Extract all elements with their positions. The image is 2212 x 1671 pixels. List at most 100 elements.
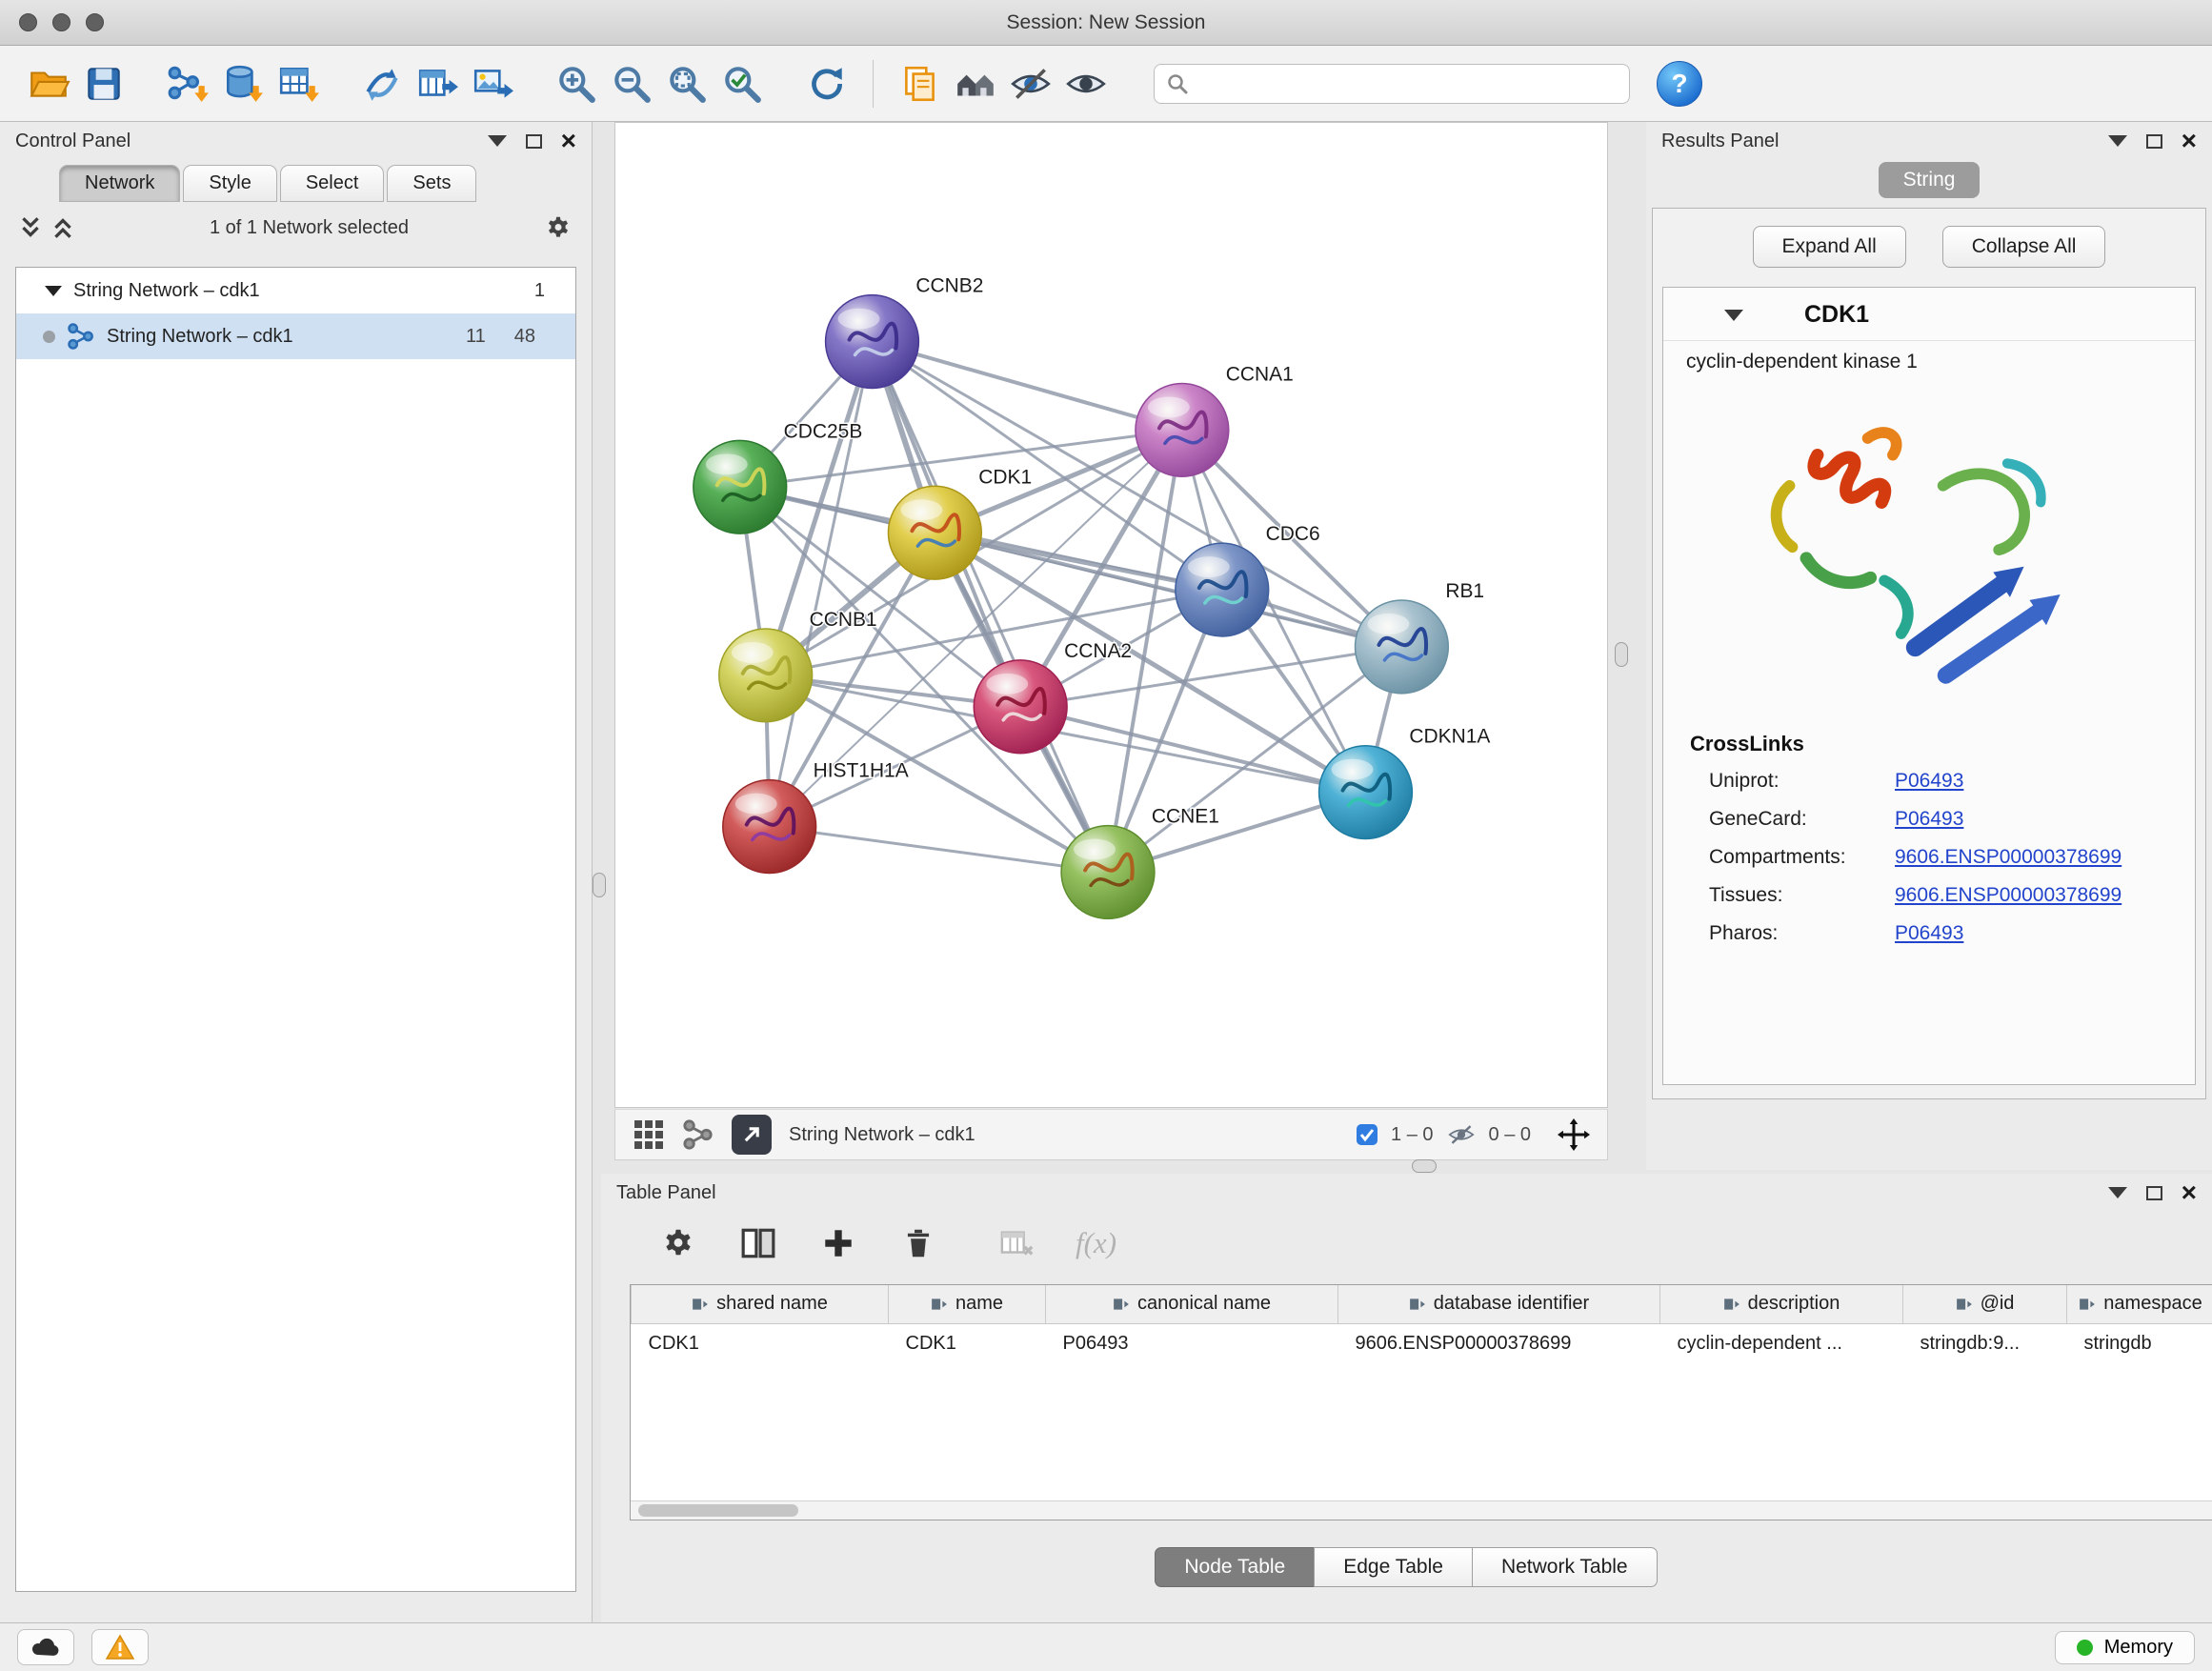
protein-card-header[interactable]: CDK1 (1663, 288, 2195, 341)
table-close-icon[interactable]: × (2182, 1179, 2197, 1206)
results-float-icon[interactable] (2146, 134, 2162, 149)
window-maximize-button[interactable] (86, 13, 104, 31)
table-menu-caret-icon[interactable] (2108, 1187, 2127, 1198)
network-node-hist1h1a[interactable] (723, 780, 816, 874)
column-header--id[interactable]: @id (1903, 1285, 2067, 1323)
network-overview-icon[interactable] (682, 1118, 714, 1151)
table-cell[interactable]: CDK1 (632, 1323, 889, 1363)
cloud-status-button[interactable] (17, 1629, 74, 1665)
table-row[interactable]: CDK1CDK1P064939606.ENSP00000378699cyclin… (632, 1323, 2212, 1363)
crosslink-link[interactable]: 9606.ENSP00000378699 (1895, 846, 2131, 869)
bottom-splitter-handle[interactable] (1412, 1159, 1437, 1173)
copy-document-button[interactable] (893, 56, 948, 111)
help-button[interactable]: ? (1657, 61, 1702, 107)
crosslink-link[interactable]: P06493 (1895, 808, 1973, 831)
protein-disclosure-icon[interactable] (1724, 310, 1743, 321)
selected-checkbox-icon[interactable] (1357, 1124, 1377, 1145)
show-details-button[interactable] (1058, 56, 1114, 111)
right-splitter-handle[interactable] (1615, 642, 1628, 667)
add-column-button[interactable] (816, 1221, 860, 1265)
column-header-name[interactable]: name (889, 1285, 1046, 1323)
memory-button[interactable]: Memory (2055, 1631, 2195, 1664)
network-collection-row[interactable]: String Network – cdk1 1 (16, 268, 575, 313)
table-float-icon[interactable] (2146, 1186, 2162, 1200)
results-menu-caret-icon[interactable] (2108, 135, 2127, 147)
table-settings-button[interactable] (656, 1221, 700, 1265)
network-node-cdkn1a[interactable] (1319, 746, 1413, 839)
new-network-button[interactable] (354, 56, 410, 111)
network-edge[interactable] (872, 342, 1108, 873)
zoom-fit-button[interactable] (659, 56, 714, 111)
column-header-description[interactable]: description (1660, 1285, 1903, 1323)
tab-string[interactable]: String (1879, 162, 1981, 198)
open-session-button[interactable] (21, 56, 76, 111)
panel-menu-caret-icon[interactable] (488, 135, 507, 147)
pan-move-icon[interactable] (1558, 1118, 1590, 1151)
tab-style[interactable]: Style (183, 165, 276, 202)
network-view[interactable]: CCNB2CCNA1CDC25BCDK1CDC6RB1CCNB1CCNA2CDK… (614, 122, 1608, 1108)
tab-sets[interactable]: Sets (387, 165, 476, 202)
network-options-gear-icon[interactable] (544, 213, 573, 242)
table-cell[interactable]: 9606.ENSP00000378699 (1338, 1323, 1660, 1363)
scrollbar-thumb[interactable] (638, 1504, 798, 1517)
window-close-button[interactable] (19, 13, 37, 31)
expand-all-icon[interactable] (51, 215, 74, 240)
table-cell[interactable]: stringdb (2067, 1323, 2212, 1363)
results-close-icon[interactable]: × (2182, 128, 2197, 154)
tree-disclosure-icon[interactable] (45, 286, 62, 296)
network-node-ccna1[interactable] (1136, 383, 1229, 476)
collapse-all-icon[interactable] (19, 215, 42, 240)
float-panel-icon[interactable] (526, 134, 542, 149)
table-cell[interactable]: cyclin-dependent ... (1660, 1323, 1903, 1363)
birds-eye-view-icon[interactable] (633, 1118, 665, 1151)
network-row[interactable]: String Network – cdk1 11 48 (16, 313, 575, 359)
window-minimize-button[interactable] (52, 13, 70, 31)
show-columns-button[interactable] (736, 1221, 780, 1265)
network-node-ccna2[interactable] (974, 660, 1067, 754)
network-edge[interactable] (770, 342, 873, 827)
crosslink-link[interactable]: P06493 (1895, 922, 1973, 945)
tab-network[interactable]: Network (59, 165, 180, 202)
delete-table-button[interactable] (995, 1221, 1039, 1265)
import-network-file-button[interactable] (160, 56, 215, 111)
crosslink-link[interactable]: 9606.ENSP00000378699 (1895, 884, 2131, 907)
export-table-button[interactable] (410, 56, 465, 111)
delete-column-button[interactable] (896, 1221, 940, 1265)
save-session-button[interactable] (76, 56, 131, 111)
expand-all-button[interactable]: Expand All (1753, 226, 1906, 268)
network-node-ccne1[interactable] (1061, 826, 1155, 919)
network-node-cdk1[interactable] (888, 486, 981, 579)
network-node-ccnb2[interactable] (826, 295, 919, 389)
crosslink-link[interactable]: P06493 (1895, 770, 1973, 793)
function-builder-button[interactable]: f(x) (1076, 1226, 1116, 1260)
refresh-button[interactable] (798, 56, 854, 111)
import-network-database-button[interactable] (215, 56, 271, 111)
tab-node-table[interactable]: Node Table (1155, 1547, 1315, 1587)
table-cell[interactable]: CDK1 (889, 1323, 1046, 1363)
network-node-ccnb1[interactable] (719, 629, 813, 722)
collapse-all-button[interactable]: Collapse All (1942, 226, 2106, 268)
zoom-in-button[interactable] (549, 56, 604, 111)
network-node-cdc6[interactable] (1176, 543, 1269, 636)
tab-network-table[interactable]: Network Table (1472, 1547, 1658, 1587)
close-panel-icon[interactable]: × (561, 128, 576, 154)
table-horizontal-scrollbar[interactable] (631, 1500, 2212, 1520)
table-cell[interactable]: stringdb:9... (1903, 1323, 2067, 1363)
tab-select[interactable]: Select (280, 165, 385, 202)
warnings-button[interactable] (91, 1629, 149, 1665)
export-image-button[interactable] (465, 56, 520, 111)
hidden-eye-slash-icon[interactable] (1447, 1120, 1476, 1149)
zoom-out-button[interactable] (604, 56, 659, 111)
search-box[interactable] (1154, 64, 1630, 104)
network-node-rb1[interactable] (1356, 600, 1449, 694)
column-header-shared-name[interactable]: shared name (632, 1285, 889, 1323)
column-header-namespace[interactable]: namespace (2067, 1285, 2212, 1323)
tab-edge-table[interactable]: Edge Table (1314, 1547, 1473, 1587)
network-node-cdc25b[interactable] (694, 440, 787, 534)
table-cell[interactable]: P06493 (1046, 1323, 1338, 1363)
detach-view-button[interactable] (732, 1115, 772, 1155)
zoom-selected-button[interactable] (714, 56, 770, 111)
import-table-button[interactable] (271, 56, 326, 111)
left-splitter-handle[interactable] (593, 873, 606, 897)
search-input[interactable] (1196, 72, 1618, 94)
